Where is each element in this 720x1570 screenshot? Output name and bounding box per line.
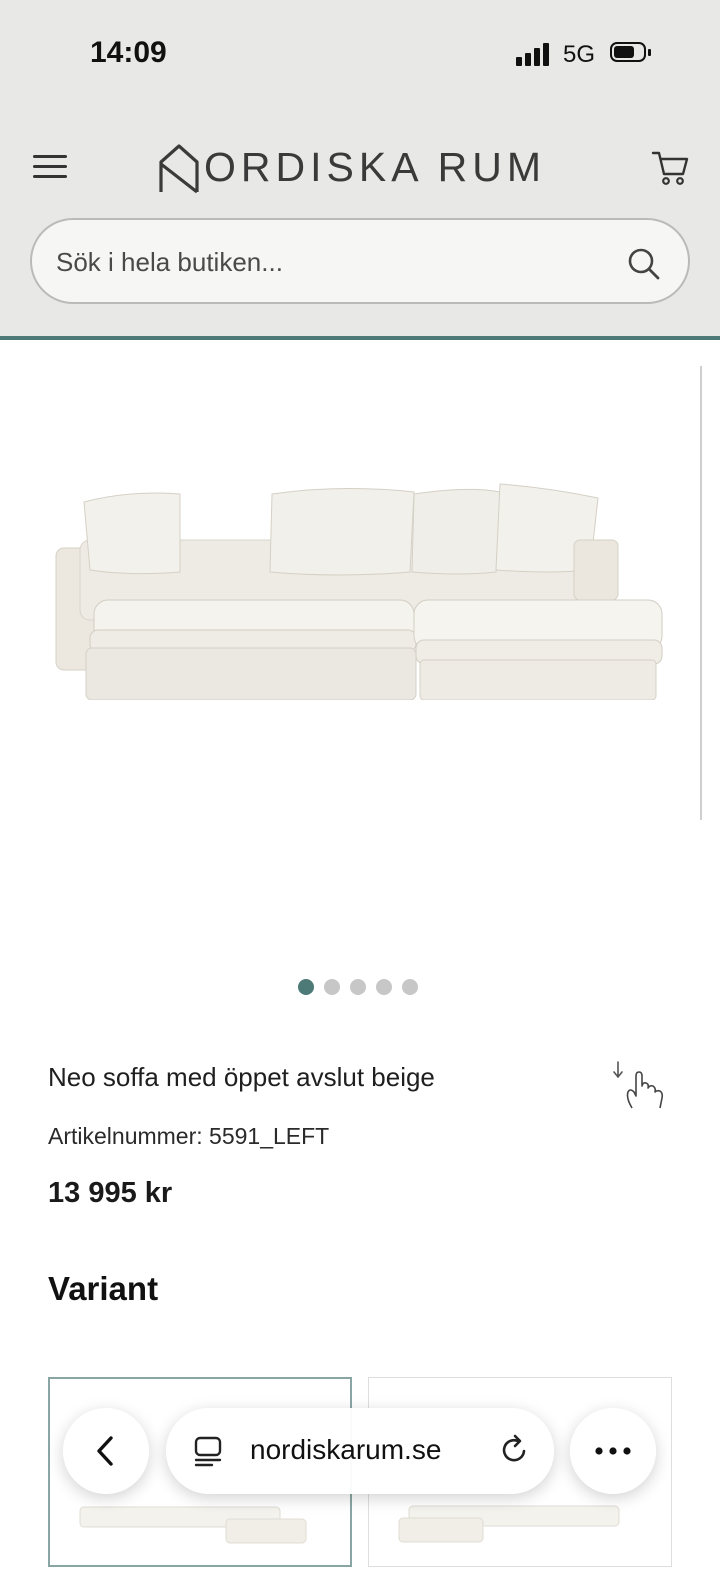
variant-heading: Variant	[48, 1270, 159, 1307]
more-icon	[595, 1447, 631, 1455]
pagination-dot[interactable]	[376, 979, 392, 995]
back-button[interactable]	[63, 1408, 149, 1494]
back-icon	[97, 1436, 113, 1466]
search-bar	[30, 218, 690, 304]
scroll-hint-hand-icon	[613, 1061, 664, 1109]
signal-icon	[516, 42, 552, 66]
cart-icon	[651, 151, 689, 185]
search-input[interactable]	[54, 238, 618, 286]
battery-icon	[610, 42, 651, 64]
product-price: 13 995 kr	[48, 1177, 173, 1209]
more-options-button[interactable]	[570, 1408, 656, 1494]
status-time: 14:09	[90, 36, 167, 69]
browser-toolbar: nordiskarum.se	[0, 1400, 720, 1510]
url-text: nordiskarum.se	[250, 1434, 442, 1465]
pagination-dot[interactable]	[324, 979, 340, 995]
gallery-pagination	[298, 979, 418, 997]
cart-button[interactable]	[650, 148, 690, 188]
pagination-dot[interactable]	[402, 979, 418, 995]
reload-icon[interactable]	[496, 1432, 532, 1468]
menu-button[interactable]	[33, 153, 67, 181]
next-image-edge	[700, 366, 702, 820]
product-gallery[interactable]	[0, 340, 720, 960]
pagination-dot[interactable]	[298, 979, 314, 995]
sku-label: Artikelnummer:	[48, 1123, 203, 1149]
address-bar[interactable]: nordiskarum.se	[166, 1408, 554, 1494]
brand-logo[interactable]: ORDISKA RUM	[158, 132, 546, 194]
site-header: 14:09 5G ORDISKA RUM	[0, 0, 720, 340]
brand-name: ORDISKA RUM	[204, 144, 547, 190]
network-label: 5G	[563, 41, 596, 68]
sku-value: 5591_LEFT	[209, 1123, 330, 1149]
search-icon[interactable]	[624, 244, 664, 284]
pagination-dot[interactable]	[350, 979, 366, 995]
sofa-image	[55, 483, 663, 700]
logo-house-n-icon	[159, 144, 199, 194]
tab-icon	[194, 1436, 222, 1467]
product-title: Neo soffa med öppet avslut beige	[48, 1062, 435, 1092]
article-number: Artikelnummer: 5591_LEFT	[48, 1123, 329, 1150]
